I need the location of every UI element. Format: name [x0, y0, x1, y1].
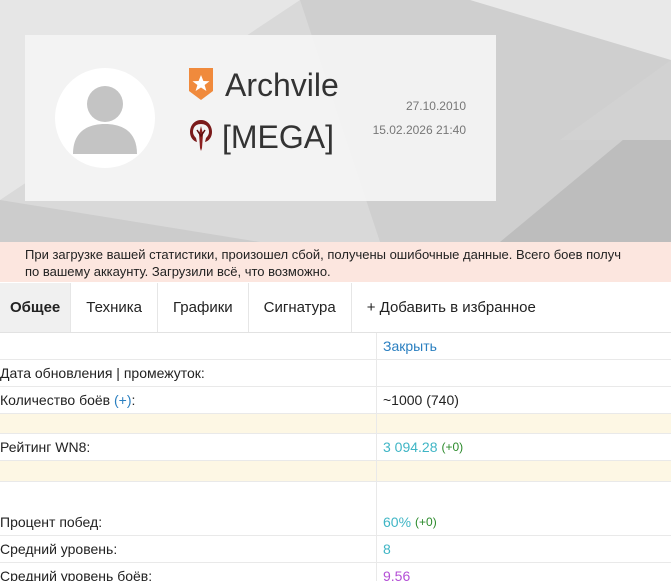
- table-row: Закрыть: [0, 333, 671, 360]
- table-cell: Закрыть: [377, 333, 671, 359]
- wn8-value-cell: 3 094.28 (+0): [377, 434, 671, 460]
- table-row: Процент побед: 60% (+0): [0, 509, 671, 536]
- winrate-value: 60%: [383, 514, 412, 530]
- avg-battle-tier-value: 9.56: [383, 568, 411, 581]
- table-row: Средний уровень боёв: 9.56: [0, 563, 671, 581]
- table-row: Рейтинг WN8: 3 094.28 (+0): [0, 434, 671, 461]
- winrate-value-cell: 60% (+0): [377, 509, 671, 535]
- tab-charts[interactable]: Графики: [158, 283, 249, 332]
- user-avatar-icon: [73, 86, 137, 154]
- close-link[interactable]: Закрыть: [383, 338, 437, 354]
- stats-warning-banner: При загрузке вашей статистики, произошел…: [0, 242, 671, 282]
- battles-count-label: Количество боёв: [0, 392, 111, 408]
- table-spacer-row: [0, 414, 671, 434]
- spacer-cell: [0, 414, 377, 433]
- avg-tier-label: Средний уровень:: [0, 536, 377, 562]
- clan-tag[interactable]: [MEGA]: [222, 117, 334, 157]
- profile-header-background: Archvile [MEGA] 27.10.2010 15.02.2026 21…: [0, 0, 671, 242]
- wn8-delta: (+0): [441, 440, 464, 454]
- table-row-gap: [0, 482, 671, 509]
- table-spacer-row: [0, 461, 671, 482]
- spacer-cell: [0, 461, 377, 481]
- table-row: Средний уровень: 8: [0, 536, 671, 563]
- battles-count-value: ~1000 (740): [383, 392, 459, 408]
- star-badge-icon: [189, 68, 213, 100]
- avatar: [55, 68, 155, 168]
- add-to-favorites-button[interactable]: + Добавить в избранное: [352, 283, 551, 332]
- avg-tier-value: 8: [383, 541, 391, 557]
- wn8-value: 3 094.28: [383, 439, 438, 455]
- battles-colon: :: [131, 392, 136, 408]
- table-cell-empty: [0, 333, 377, 359]
- clan-emblem-icon: [190, 120, 212, 151]
- table-row: Дата обновления | промежуток:: [0, 360, 671, 387]
- table-row: Количество боёв (+): ~1000 (740): [0, 387, 671, 414]
- profile-tabs: Общее Техника Графики Сигнатура + Добави…: [0, 283, 671, 333]
- spacer-cell: [377, 461, 671, 481]
- player-nickname: Archvile: [225, 67, 339, 103]
- warning-text-line1: При загрузке вашей статистики, произошел…: [25, 247, 621, 262]
- winrate-delta: (+0): [415, 515, 437, 529]
- tab-vehicles[interactable]: Техника: [71, 283, 159, 332]
- avg-battle-tier-label: Средний уровень боёв:: [0, 563, 377, 581]
- spacer-cell: [377, 414, 671, 433]
- tab-signature[interactable]: Сигнатура: [249, 283, 352, 332]
- profile-card: Archvile [MEGA] 27.10.2010 15.02.2026 21…: [25, 35, 496, 201]
- battles-count-label-cell: Количество боёв (+):: [0, 387, 377, 413]
- battles-plus-link[interactable]: (+): [114, 392, 132, 408]
- tab-general[interactable]: Общее: [0, 283, 72, 332]
- gap-cell: [377, 482, 671, 509]
- update-period-label: Дата обновления | промежуток:: [0, 360, 377, 386]
- avg-battle-tier-value-cell: 9.56: [377, 563, 671, 581]
- avg-tier-value-cell: 8: [377, 536, 671, 562]
- winrate-label: Процент побед:: [0, 509, 377, 535]
- registered-date: 27.10.2010: [405, 99, 466, 113]
- last-battle-date: 15.02.2026 21:40: [372, 123, 466, 137]
- gap-cell: [0, 482, 377, 509]
- update-period-value: [377, 360, 671, 386]
- stats-table: Закрыть Дата обновления | промежуток: Ко…: [0, 333, 671, 581]
- warning-text-line2: по вашему аккаунту. Загрузили всё, что в…: [25, 264, 331, 279]
- wn8-label: Рейтинг WN8:: [0, 434, 377, 460]
